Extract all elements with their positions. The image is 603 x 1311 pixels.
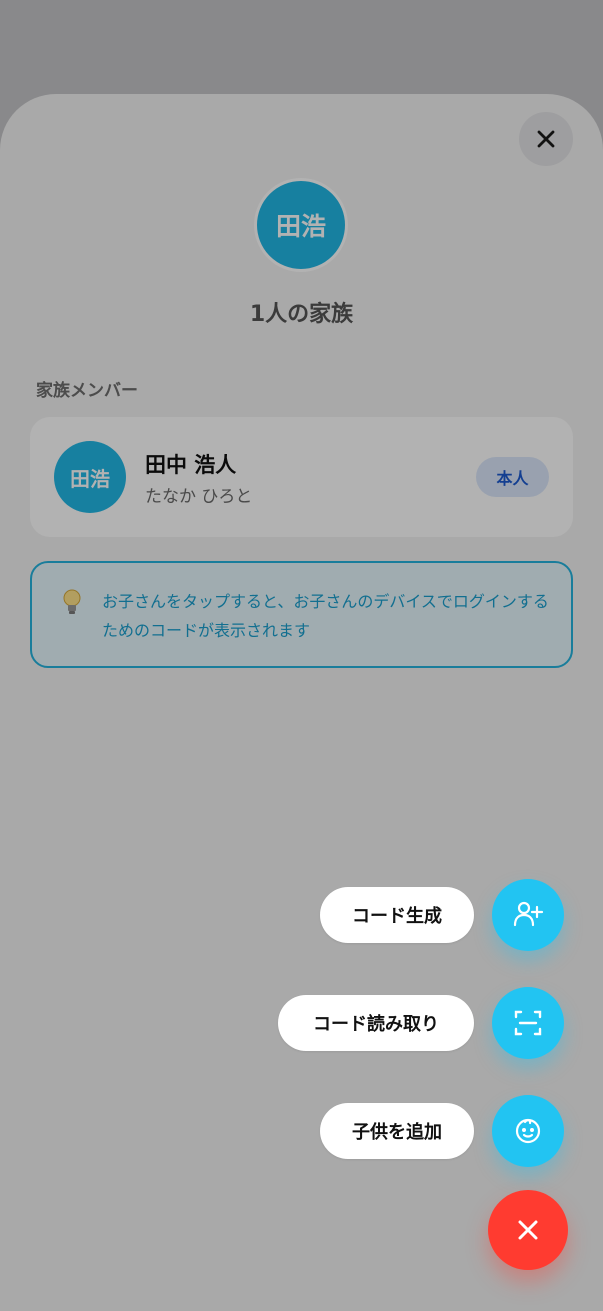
fab-code-generate-label[interactable]: コード生成 [320, 887, 474, 943]
fab-code-scan-button[interactable] [492, 987, 564, 1059]
scan-icon [511, 1006, 545, 1040]
fab-add-child-label[interactable]: 子供を追加 [320, 1103, 474, 1159]
baby-face-icon [511, 1114, 545, 1148]
fab-add-child-button[interactable] [492, 1095, 564, 1167]
fab-code-generate-button[interactable] [492, 879, 564, 951]
close-icon [514, 1216, 542, 1244]
main-fab-close-button[interactable] [488, 1190, 568, 1270]
user-plus-icon [511, 898, 545, 932]
fab-code-scan-label[interactable]: コード読み取り [278, 995, 474, 1051]
